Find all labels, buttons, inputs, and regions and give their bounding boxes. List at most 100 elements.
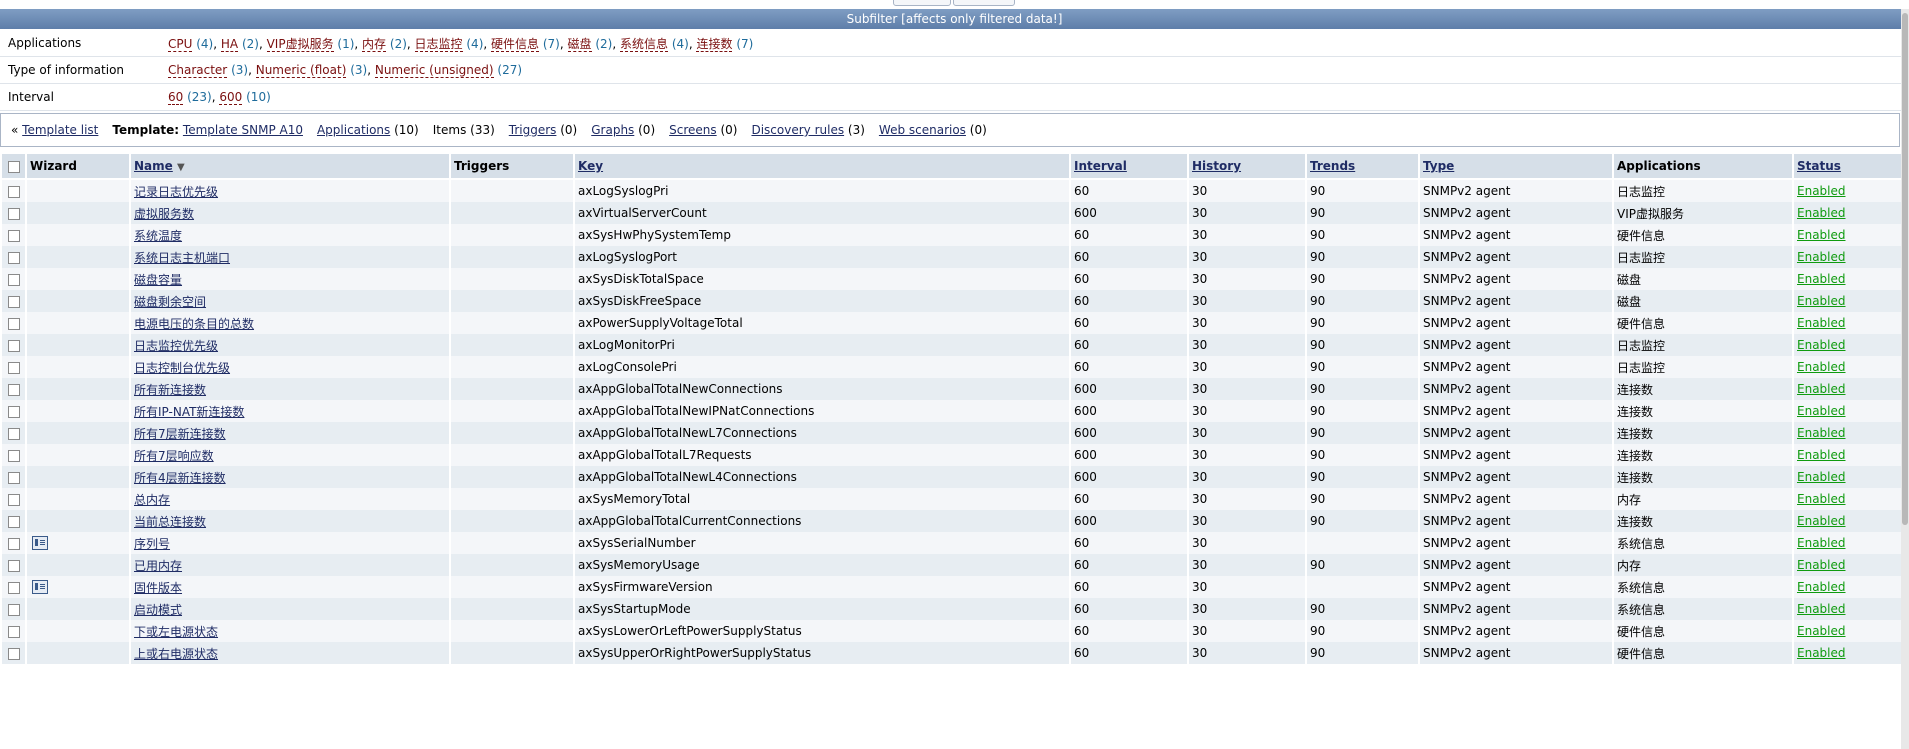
- item-name-link[interactable]: 启动模式: [134, 603, 182, 617]
- filter-option[interactable]: 系统信息: [619, 36, 668, 52]
- row-checkbox[interactable]: [8, 273, 20, 286]
- select-all-header[interactable]: [0, 152, 27, 180]
- item-name-link[interactable]: 磁盘剩余空间: [134, 295, 206, 309]
- item-name-link[interactable]: 所有4层新连接数: [134, 471, 226, 485]
- row-select-cell[interactable]: [0, 576, 26, 598]
- row-checkbox[interactable]: [8, 383, 20, 396]
- filter-option[interactable]: 连接数: [696, 36, 733, 52]
- top-button-right[interactable]: [953, 0, 1015, 6]
- row-select-cell[interactable]: [0, 620, 26, 642]
- filter-option[interactable]: CPU: [168, 36, 193, 52]
- row-select-cell[interactable]: [0, 334, 26, 356]
- row-select-cell[interactable]: [0, 224, 26, 246]
- item-name-link[interactable]: 下或左电源状态: [134, 625, 218, 639]
- row-checkbox[interactable]: [8, 647, 20, 660]
- row-select-cell[interactable]: [0, 510, 26, 532]
- status-toggle-link[interactable]: Enabled: [1797, 558, 1846, 572]
- status-header[interactable]: Status: [1792, 152, 1904, 180]
- type-header[interactable]: Type: [1418, 152, 1614, 180]
- status-toggle-link[interactable]: Enabled: [1797, 184, 1846, 198]
- item-name-link[interactable]: 所有新连接数: [134, 383, 206, 397]
- status-toggle-link[interactable]: Enabled: [1797, 536, 1846, 550]
- filter-option[interactable]: HA: [220, 36, 239, 52]
- item-name-link[interactable]: 日志控制台优先级: [134, 361, 230, 375]
- status-toggle-link[interactable]: Enabled: [1797, 360, 1846, 374]
- template-name-link[interactable]: Template SNMP A10: [183, 123, 303, 137]
- applications-link[interactable]: Applications: [317, 123, 390, 137]
- item-name-link[interactable]: 已用内存: [134, 559, 182, 573]
- row-select-cell[interactable]: [0, 202, 26, 224]
- item-name-link[interactable]: 日志监控优先级: [134, 339, 218, 353]
- row-checkbox[interactable]: [8, 603, 20, 616]
- status-toggle-link[interactable]: Enabled: [1797, 382, 1846, 396]
- status-toggle-link[interactable]: Enabled: [1797, 250, 1846, 264]
- status-toggle-link[interactable]: Enabled: [1797, 228, 1846, 242]
- name-header[interactable]: Name ▼: [129, 152, 451, 180]
- item-name-link[interactable]: 序列号: [134, 537, 170, 551]
- row-checkbox[interactable]: [8, 471, 20, 484]
- filter-option[interactable]: 内存: [362, 36, 387, 52]
- web-scenarios-link[interactable]: Web scenarios: [879, 123, 966, 137]
- row-checkbox[interactable]: [8, 493, 20, 506]
- filter-option[interactable]: 磁盘: [567, 36, 592, 52]
- wizard-icon[interactable]: [32, 536, 48, 551]
- row-select-cell[interactable]: [0, 378, 26, 400]
- status-toggle-link[interactable]: Enabled: [1797, 338, 1846, 352]
- row-checkbox[interactable]: [8, 625, 20, 638]
- status-sort-link[interactable]: Status: [1797, 159, 1841, 173]
- status-toggle-link[interactable]: Enabled: [1797, 404, 1846, 418]
- row-checkbox[interactable]: [8, 449, 20, 462]
- filter-option[interactable]: 日志监控: [414, 36, 463, 52]
- triggers-link[interactable]: Triggers: [509, 123, 557, 137]
- item-name-link[interactable]: 系统日志主机端口: [134, 251, 230, 265]
- row-checkbox[interactable]: [8, 317, 20, 330]
- item-name-link[interactable]: 上或右电源状态: [134, 647, 218, 661]
- status-toggle-link[interactable]: Enabled: [1797, 272, 1846, 286]
- key-sort-link[interactable]: Key: [578, 159, 603, 173]
- row-select-cell[interactable]: [0, 268, 26, 290]
- row-select-cell[interactable]: [0, 488, 26, 510]
- row-select-cell[interactable]: [0, 466, 26, 488]
- item-name-link[interactable]: 固件版本: [134, 581, 182, 595]
- status-toggle-link[interactable]: Enabled: [1797, 580, 1846, 594]
- filter-option[interactable]: 600: [219, 90, 243, 105]
- status-toggle-link[interactable]: Enabled: [1797, 206, 1846, 220]
- name-sort-link[interactable]: Name: [134, 159, 173, 173]
- scrollbar-thumb[interactable]: [1902, 13, 1908, 525]
- filter-option[interactable]: Character: [168, 63, 228, 78]
- item-name-link[interactable]: 电源电压的条目的总数: [134, 317, 254, 331]
- row-select-cell[interactable]: [0, 422, 26, 444]
- row-select-cell[interactable]: [0, 532, 26, 554]
- trends-header[interactable]: Trends: [1305, 152, 1420, 180]
- item-name-link[interactable]: 所有7层新连接数: [134, 427, 226, 441]
- filter-option[interactable]: Numeric (float): [255, 63, 347, 78]
- status-toggle-link[interactable]: Enabled: [1797, 294, 1846, 308]
- trends-sort-link[interactable]: Trends: [1310, 159, 1355, 173]
- interval-header[interactable]: Interval: [1069, 152, 1189, 180]
- discovery-rules-link[interactable]: Discovery rules: [751, 123, 844, 137]
- row-select-cell[interactable]: [0, 356, 26, 378]
- key-header[interactable]: Key: [573, 152, 1071, 180]
- wizard-icon[interactable]: [32, 580, 48, 595]
- row-select-cell[interactable]: [0, 312, 26, 334]
- item-name-link[interactable]: 所有IP-NAT新连接数: [134, 405, 244, 419]
- row-select-cell[interactable]: [0, 246, 26, 268]
- row-checkbox[interactable]: [8, 581, 20, 594]
- status-toggle-link[interactable]: Enabled: [1797, 624, 1846, 638]
- graphs-link[interactable]: Graphs: [591, 123, 634, 137]
- status-toggle-link[interactable]: Enabled: [1797, 316, 1846, 330]
- row-select-cell[interactable]: [0, 179, 26, 202]
- row-checkbox[interactable]: [8, 339, 20, 352]
- row-checkbox[interactable]: [8, 537, 20, 550]
- item-name-link[interactable]: 磁盘容量: [134, 273, 182, 287]
- row-select-cell[interactable]: [0, 554, 26, 576]
- row-select-cell[interactable]: [0, 642, 26, 664]
- row-checkbox[interactable]: [8, 559, 20, 572]
- filter-option[interactable]: Numeric (unsigned): [374, 63, 494, 78]
- status-toggle-link[interactable]: Enabled: [1797, 492, 1846, 506]
- item-name-link[interactable]: 记录日志优先级: [134, 185, 218, 199]
- screens-link[interactable]: Screens: [669, 123, 717, 137]
- row-select-cell[interactable]: [0, 400, 26, 422]
- filter-option[interactable]: 60: [168, 90, 184, 105]
- item-name-link[interactable]: 所有7层响应数: [134, 449, 214, 463]
